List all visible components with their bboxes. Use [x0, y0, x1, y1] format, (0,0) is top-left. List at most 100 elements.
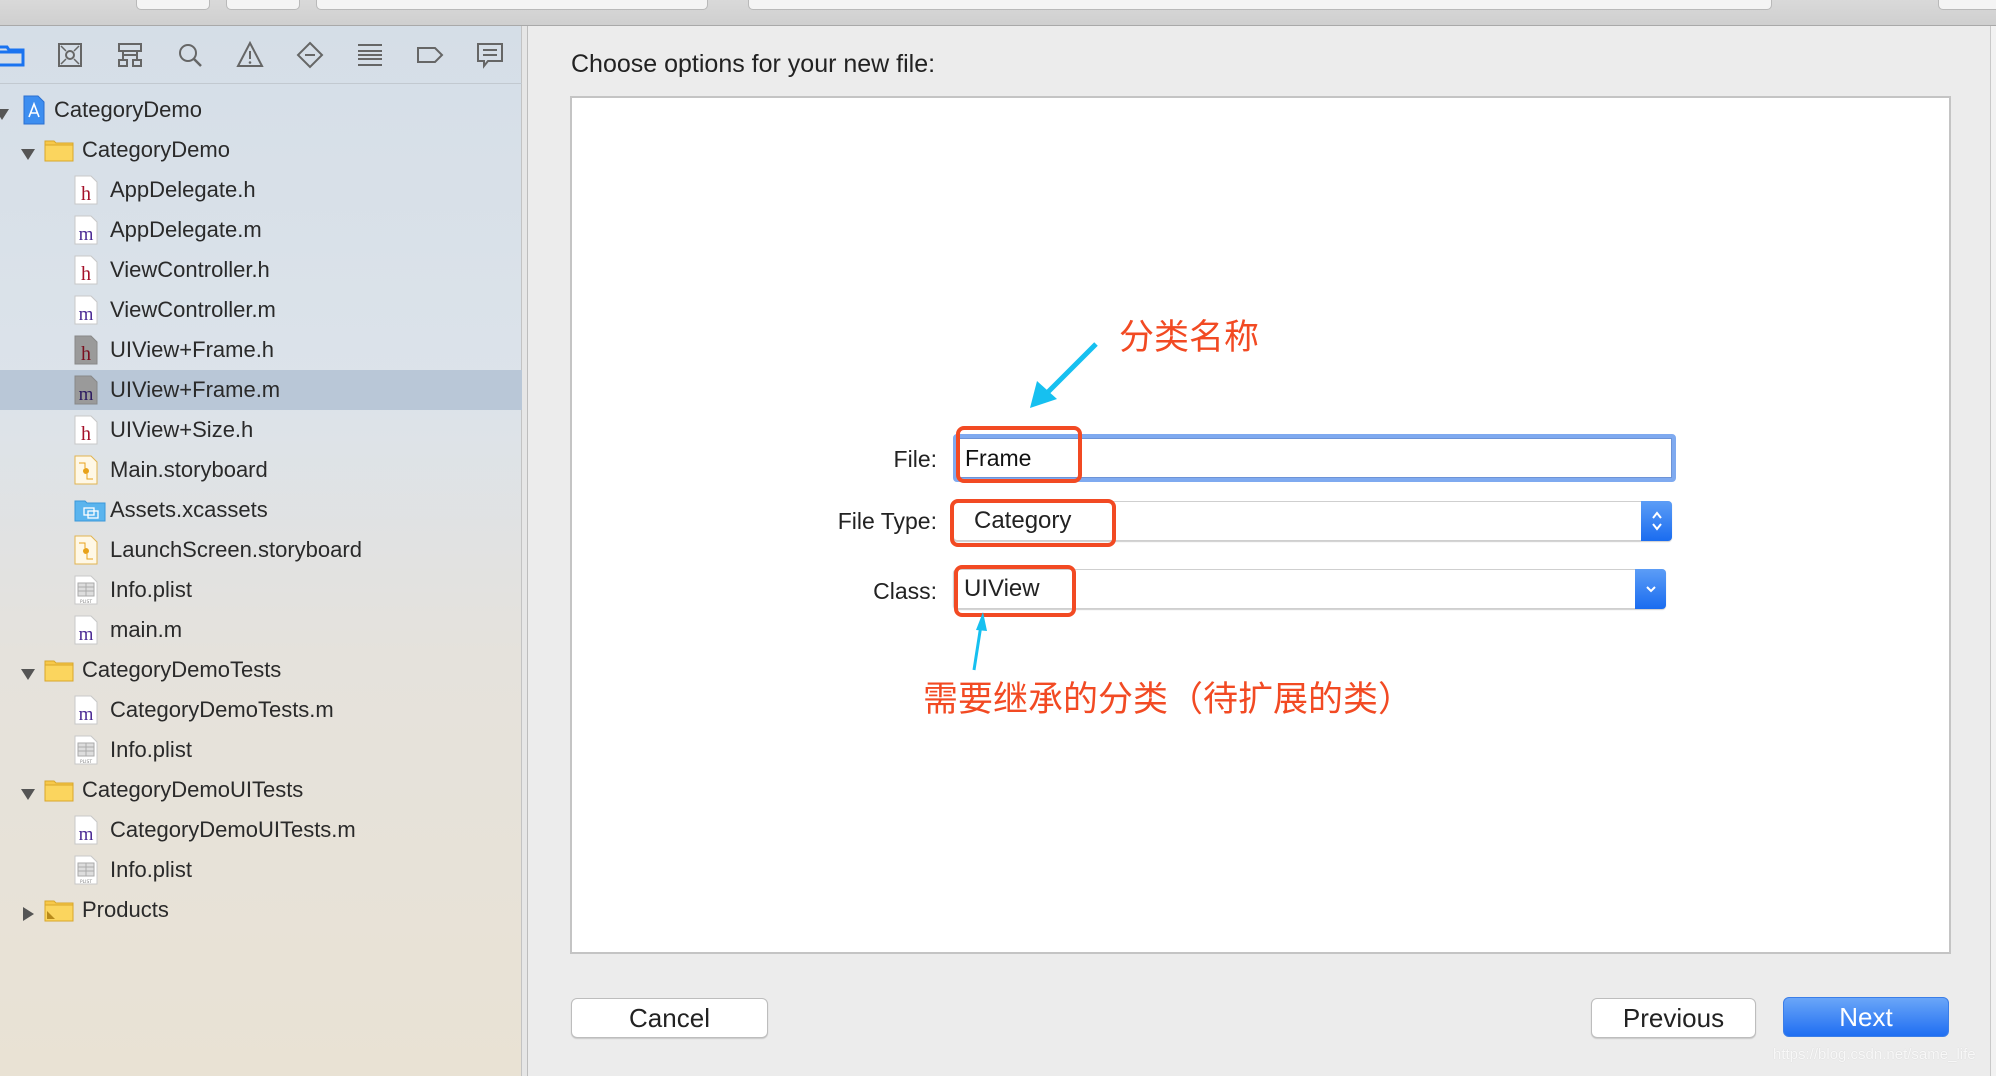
tree-file-row[interactable]: m ViewController.m: [0, 290, 522, 330]
issue-warning-icon[interactable]: [235, 40, 265, 70]
tree-file-row[interactable]: m AppDelegate.m: [0, 210, 522, 250]
svg-text:PLIST: PLIST: [80, 879, 92, 885]
tree-row-label: UIView+Size.h: [110, 417, 254, 442]
disclosure-triangle-closed-icon[interactable]: [20, 902, 36, 921]
watermark: https://blog.csdn.net/same_life: [1773, 1046, 1976, 1063]
svg-text:m: m: [79, 384, 94, 405]
source-control-icon[interactable]: [55, 40, 85, 70]
report-icon[interactable]: [475, 40, 505, 70]
toolbar-button[interactable]: [136, 0, 210, 10]
svg-text:m: m: [79, 704, 94, 725]
tree-row-label: Main.storyboard: [110, 457, 268, 482]
dialog-title: Choose options for your new file:: [571, 50, 936, 78]
objc-file-icon: m: [74, 695, 98, 725]
folder-icon: [44, 658, 74, 688]
toolbar-button[interactable]: [1938, 0, 1996, 10]
disclosure-triangle-open-icon[interactable]: [0, 102, 10, 120]
tree-file-row[interactable]: h UIView+Size.h: [0, 410, 522, 450]
previous-button[interactable]: Previous: [1591, 998, 1756, 1038]
svg-text:h: h: [81, 343, 91, 365]
tree-row-label: Products: [82, 897, 169, 922]
svg-text:h: h: [81, 263, 91, 285]
file-type-popup[interactable]: Category: [953, 501, 1672, 541]
test-navigator-icon[interactable]: [295, 40, 325, 70]
header-file-icon: h: [74, 335, 98, 365]
tree-file-row[interactable]: m CategoryDemoTests.m: [0, 690, 522, 730]
project-icon: [22, 95, 46, 125]
tree-file-row[interactable]: h UIView+Frame.h: [0, 330, 522, 370]
objc-file-icon: m: [74, 615, 98, 645]
tree-file-row[interactable]: m main.m: [0, 610, 522, 650]
tree-group-row[interactable]: Products: [0, 890, 522, 930]
tree-file-row[interactable]: Assets.xcassets: [0, 490, 522, 530]
tree-file-row[interactable]: m CategoryDemoUITests.m: [0, 810, 522, 850]
disclosure-triangle-open-icon[interactable]: [20, 662, 36, 680]
plist-file-icon: PLIST: [74, 855, 98, 885]
project-navigator-icon[interactable]: [0, 40, 26, 70]
file-name-input[interactable]: [957, 438, 1672, 478]
tree-row-label: CategoryDemoUITests.m: [110, 817, 356, 842]
tree-file-row[interactable]: LaunchScreen.storyboard: [0, 530, 522, 570]
objc-file-icon: m: [74, 375, 98, 405]
file-label: File:: [893, 446, 937, 472]
split-view-divider[interactable]: [522, 26, 528, 1076]
header-file-icon: h: [74, 255, 98, 285]
objc-file-icon: m: [74, 815, 98, 845]
tree-row-label: CategoryDemo: [54, 97, 202, 122]
disclosure-triangle-open-icon[interactable]: [20, 142, 36, 160]
storyboard-icon: [74, 535, 98, 565]
tree-group-row[interactable]: CategoryDemo: [0, 90, 522, 130]
tree-group-row[interactable]: CategoryDemo: [0, 130, 522, 170]
next-button[interactable]: Next: [1783, 997, 1949, 1037]
tree-file-row[interactable]: h ViewController.h: [0, 250, 522, 290]
disclosure-triangle-open-icon[interactable]: [20, 782, 36, 800]
breakpoint-icon[interactable]: [415, 40, 445, 70]
tree-group-row[interactable]: CategoryDemoUITests: [0, 770, 522, 810]
project-navigator: CategoryDemo CategoryDemo h AppDelegate.h m A…: [0, 26, 522, 1076]
cancel-button[interactable]: Cancel: [571, 998, 768, 1038]
tree-row-label: UIView+Frame.h: [110, 337, 275, 362]
tree-file-row[interactable]: PLIST Info.plist: [0, 730, 522, 770]
tree-group-row[interactable]: CategoryDemoTests: [0, 650, 522, 690]
activity-view: [748, 0, 1772, 10]
tree-row-label: main.m: [110, 617, 183, 642]
objc-file-icon: m: [74, 215, 98, 245]
plist-file-icon: PLIST: [74, 735, 98, 765]
debug-navigator-icon[interactable]: [355, 40, 385, 70]
tree-file-row[interactable]: Main.storyboard: [0, 450, 522, 490]
products-folder-icon: [44, 898, 74, 928]
class-combobox[interactable]: UIView: [953, 569, 1666, 609]
tree-row-label: ViewController.m: [110, 297, 276, 322]
tree-file-row[interactable]: h AppDelegate.h: [0, 170, 522, 210]
find-icon[interactable]: [175, 40, 205, 70]
toolbar-button[interactable]: [226, 0, 300, 10]
tree-row-label: CategoryDemo: [82, 137, 230, 162]
svg-text:h: h: [81, 183, 91, 205]
window-toolbar: [0, 0, 1996, 26]
annotation-category-name: 分类名称: [1119, 318, 1260, 358]
chevron-down-icon[interactable]: [1635, 569, 1666, 609]
svg-text:m: m: [79, 224, 94, 245]
tree-row-label: Info.plist: [110, 737, 192, 762]
plist-file-icon: PLIST: [74, 575, 98, 605]
scheme-selector[interactable]: [316, 0, 708, 10]
tree-row-label: Assets.xcassets: [110, 497, 268, 522]
file-name-field[interactable]: [953, 434, 1676, 482]
tree-file-row[interactable]: PLIST Info.plist: [0, 570, 522, 610]
tree-row-label: CategoryDemoTests: [82, 657, 282, 682]
svg-text:m: m: [79, 824, 94, 845]
tree-row-label: AppDelegate.h: [110, 177, 256, 202]
svg-text:PLIST: PLIST: [80, 759, 92, 765]
folder-icon: [44, 778, 74, 808]
tree-file-row[interactable]: PLIST Info.plist: [0, 850, 522, 890]
tree-file-row[interactable]: m UIView+Frame.m: [0, 370, 522, 410]
symbol-navigator-icon[interactable]: [115, 40, 145, 70]
tree-row-label: AppDelegate.m: [110, 217, 262, 242]
file-type-value: Category: [974, 507, 1072, 534]
svg-text:PLIST: PLIST: [80, 599, 92, 605]
file-type-label: File Type:: [837, 508, 937, 534]
storyboard-icon: [74, 455, 98, 485]
tree-row-label: Info.plist: [110, 857, 192, 882]
tree-row-label: UIView+Frame.m: [110, 377, 281, 402]
svg-text:m: m: [79, 304, 94, 325]
